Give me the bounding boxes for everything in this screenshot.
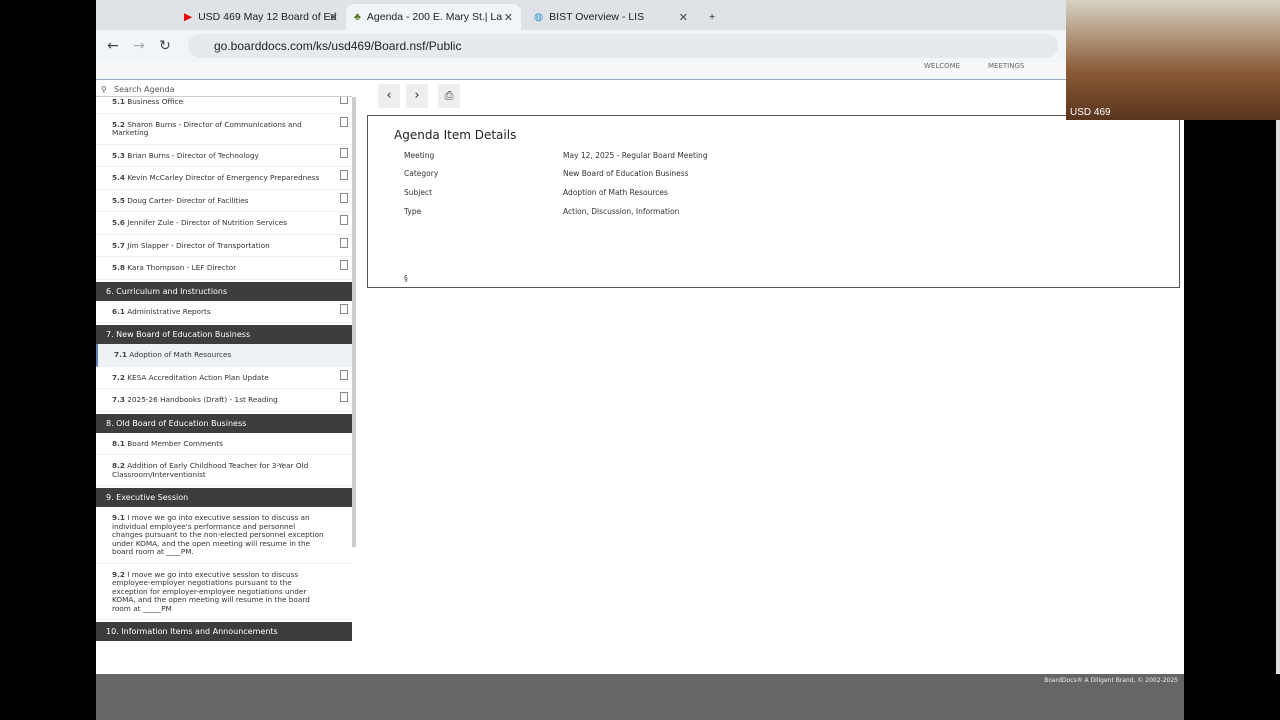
item-label: 2025-26 Handbooks (Draft) - 1st Reading [127, 395, 278, 404]
agenda-item[interactable]: 7.1 Adoption of Math Resources [96, 344, 352, 367]
tab-youtube[interactable]: ▶ USD 469 May 12 Board of Ed ✕ [176, 4, 346, 30]
item-label: Adoption of Math Resources [129, 350, 232, 359]
document-icon[interactable] [340, 303, 348, 314]
agenda-section[interactable]: 7. New Board of Education Business [96, 325, 352, 344]
item-label: Brian Burns - Director of Technology [127, 150, 259, 160]
document-icon[interactable] [340, 97, 348, 104]
item-number: 5.4 [112, 173, 125, 182]
agenda-item[interactable]: 9.2 I move we go into executive session … [96, 564, 352, 620]
new-tab-button[interactable]: + [701, 4, 723, 30]
document-icon[interactable] [340, 237, 348, 248]
item-label: Jim Slapper - Director of Transportation [127, 240, 270, 250]
agenda-section[interactable]: 9. Executive Session [96, 488, 352, 507]
document-icon[interactable] [340, 147, 348, 158]
agenda-sidebar: 5.1 Business Office 5.2 Sharon Burns - Di… [96, 97, 352, 644]
item-label: Kevin McCarley Director of Emergency Pre… [127, 173, 320, 182]
item-label: KESA Accreditation Action Plan Update [127, 372, 269, 382]
next-button[interactable]: › [406, 84, 428, 108]
detail-row: Meeting May 12, 2025 - Regular Board Meet… [404, 151, 708, 160]
page-scrollbar[interactable] [1276, 120, 1280, 674]
document-icon[interactable] [340, 369, 348, 380]
tab-agenda[interactable]: ♣ Agenda - 200 E. Mary St.| La ✕ [346, 4, 521, 30]
footer: BoardDocs® A Diligent Brand, © 2002-2025 [96, 674, 1184, 720]
close-tab-icon[interactable]: ✕ [329, 11, 338, 24]
item-number: 8.1 [112, 438, 125, 448]
back-icon[interactable]: ← [100, 38, 126, 54]
detail-row: Category New Board of Education Business [404, 169, 689, 178]
footer-link[interactable]: BoardDocs® A Diligent Brand, © 2002-2025 [1044, 677, 1178, 684]
item-number: 5.7 [112, 240, 125, 250]
agenda-item[interactable]: 5.4 Kevin McCarley Director of Emergency… [96, 167, 352, 190]
agenda-item-details: Agenda Item Details Meeting May 12, 2025 … [367, 115, 1180, 288]
item-number: 7.1 [114, 350, 127, 359]
item-number: 5.5 [112, 195, 125, 205]
close-tab-icon[interactable]: ✕ [679, 11, 688, 24]
reload-icon[interactable]: ↻ [152, 38, 178, 54]
agenda-item[interactable]: 8.1 Board Member Comments [96, 433, 352, 455]
document-icon[interactable] [340, 215, 348, 225]
document-icon[interactable] [340, 392, 348, 402]
agenda-item[interactable]: 5.7 Jim Slapper - Director of Transporta… [96, 235, 352, 257]
agenda-item[interactable]: 5.3 Brian Burns - Director of Technology [96, 145, 352, 167]
agenda-item[interactable]: 9.1 I move we go into executive session … [96, 507, 352, 564]
details-title: Agenda Item Details [394, 128, 517, 142]
agenda-item[interactable]: 8.2 Addition of Early Childhood Teacher … [96, 455, 352, 486]
agenda-item[interactable]: 5.8 Kara Thompson - LEF Director [96, 257, 352, 280]
address-bar: ← → ↻ go.boarddocs.com/ks/usd469/Board.n… [96, 30, 1066, 62]
site-header: WELCOME MEETINGS [96, 62, 1066, 80]
agenda-item[interactable]: 6.1 Administrative Reports [96, 301, 352, 323]
search-agenda-input[interactable]: ⚲ Search Agenda [96, 82, 352, 97]
agenda-section[interactable]: 8. Old Board of Education Business [96, 413, 352, 433]
agenda-item[interactable]: 5.6 Jennifer Zule - Director of Nutritio… [96, 212, 352, 235]
agenda-section[interactable]: 10. Information Items and Announcements [96, 622, 352, 641]
item-number: 7.2 [112, 372, 125, 382]
agenda-item[interactable]: 7.3 2025-26 Handbooks (Draft) - 1st Read… [96, 389, 352, 412]
previous-button[interactable]: ‹ [378, 84, 400, 108]
nav-meetings[interactable]: MEETINGS [988, 62, 1024, 70]
document-icon[interactable] [340, 192, 348, 203]
url-input[interactable]: go.boarddocs.com/ks/usd469/Board.nsf/Pub… [188, 34, 1058, 58]
item-label: Administrative Reports [127, 306, 211, 316]
globe-icon: ◍ [534, 11, 544, 23]
camera-label: USD 469 [1070, 107, 1111, 118]
item-label: Addition of Early Childhood Teacher for … [112, 461, 309, 479]
document-icon[interactable] [340, 116, 348, 127]
item-label: I move we go into executive session to d… [112, 513, 324, 556]
section-mark: § [404, 274, 408, 283]
detail-row: Subject Adoption of Math Resources [404, 188, 668, 197]
item-number: 6.1 [112, 306, 125, 316]
agenda-item[interactable]: 7.2 KESA Accreditation Action Plan Updat… [96, 367, 352, 389]
tab-bist[interactable]: ◍ BIST Overview - LIS ✕ [526, 4, 696, 30]
item-number: 5.1 [112, 97, 125, 106]
print-button[interactable]: ⎙ [438, 84, 460, 108]
agenda-section[interactable]: 6. Curriculum and Instructions [96, 281, 352, 301]
item-label: Doug Carter- Director of Facilities [127, 195, 249, 205]
sidebar-scrollbar[interactable] [352, 97, 356, 547]
detail-row: Type Action, Discussion, Information [404, 207, 680, 216]
item-number: 7.3 [112, 395, 125, 404]
item-number: 5.6 [112, 218, 125, 227]
item-number: 5.3 [112, 150, 125, 160]
item-label: I move we go into executive session to d… [112, 569, 310, 613]
agenda-item[interactable]: 5.5 Doug Carter- Director of Facilities [96, 190, 352, 212]
item-label: Kara Thompson - LEF Director [127, 263, 237, 272]
item-label: Board Member Comments [127, 438, 223, 448]
nav-welcome[interactable]: WELCOME [924, 62, 960, 70]
browser-window: ▶ USD 469 May 12 Board of Ed ✕ ♣ Agenda - 2… [96, 0, 1280, 720]
item-label: Business Office [127, 97, 184, 106]
video-thumbnail: USD 469 [1066, 0, 1280, 120]
search-icon: ⚲ [101, 85, 107, 94]
tab-bar: ▶ USD 469 May 12 Board of Ed ✕ ♣ Agenda - 2… [96, 0, 1066, 30]
item-label: Jennifer Zule - Director of Nutrition Se… [127, 218, 287, 227]
document-icon[interactable] [340, 260, 348, 270]
agenda-item[interactable]: 5.2 Sharon Burns - Director of Communica… [96, 114, 352, 145]
item-label: Sharon Burns - Director of Communication… [112, 119, 302, 137]
document-icon[interactable] [340, 170, 348, 180]
agenda-item[interactable]: 5.1 Business Office [96, 97, 352, 114]
tree-icon: ♣ [354, 11, 361, 23]
item-number: 5.8 [112, 263, 125, 272]
youtube-icon: ▶ [184, 11, 193, 23]
close-tab-icon[interactable]: ✕ [504, 11, 513, 24]
forward-icon[interactable]: → [126, 38, 152, 54]
